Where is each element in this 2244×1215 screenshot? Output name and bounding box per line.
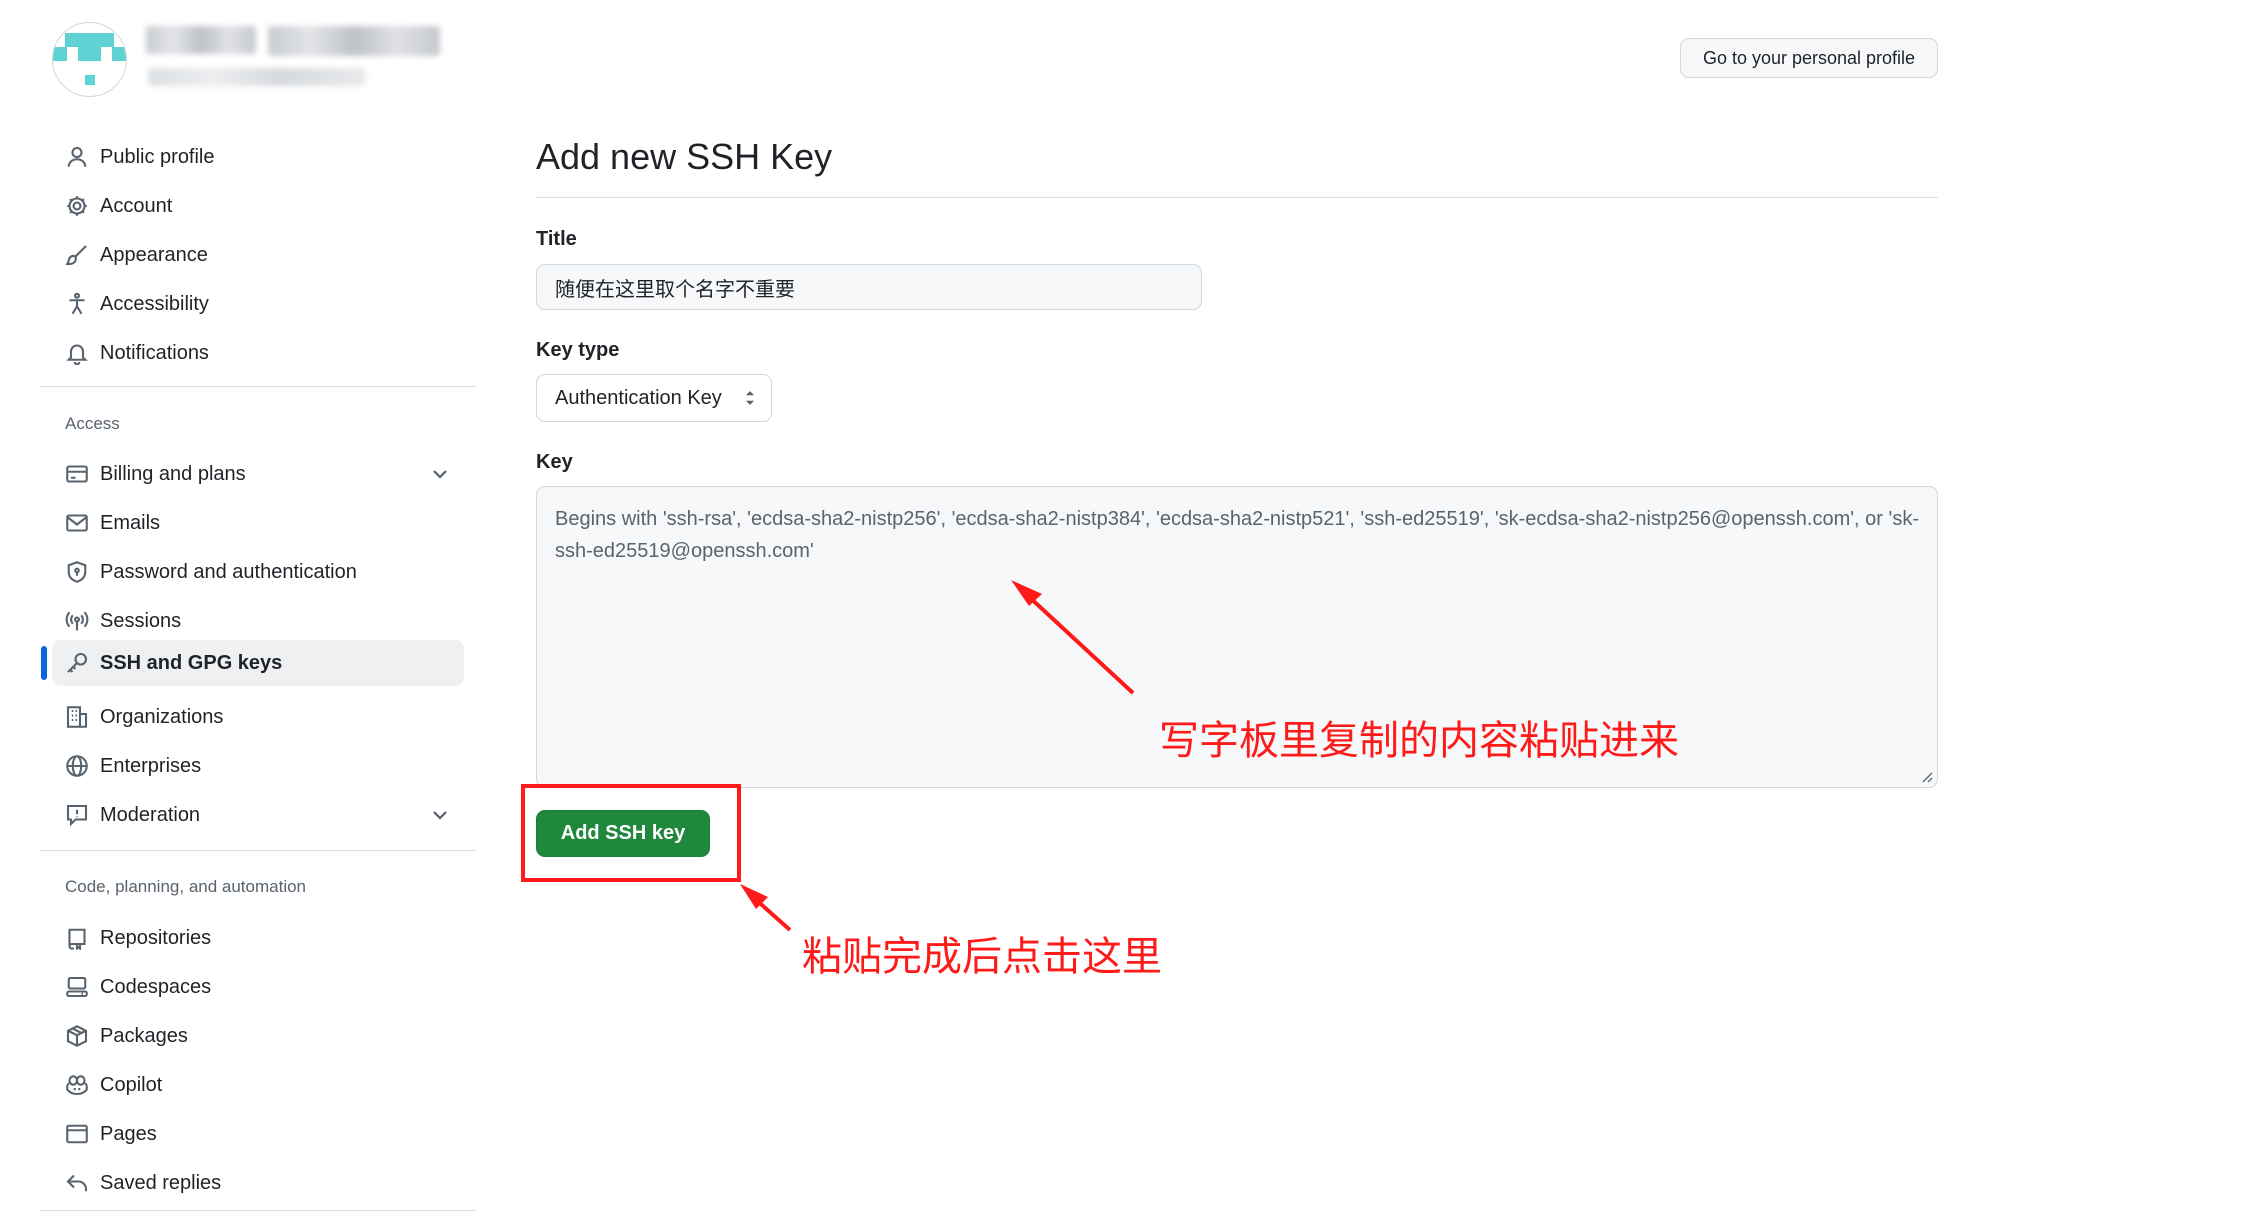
annotation-paste-hint: 写字板里复制的内容粘贴进来 bbox=[1159, 719, 1679, 763]
annotation-click-hint: 粘贴完成后点击这里 bbox=[802, 935, 1162, 979]
annotation-arrows bbox=[740, 580, 1135, 932]
annotation-arrow-paste bbox=[1024, 592, 1135, 695]
